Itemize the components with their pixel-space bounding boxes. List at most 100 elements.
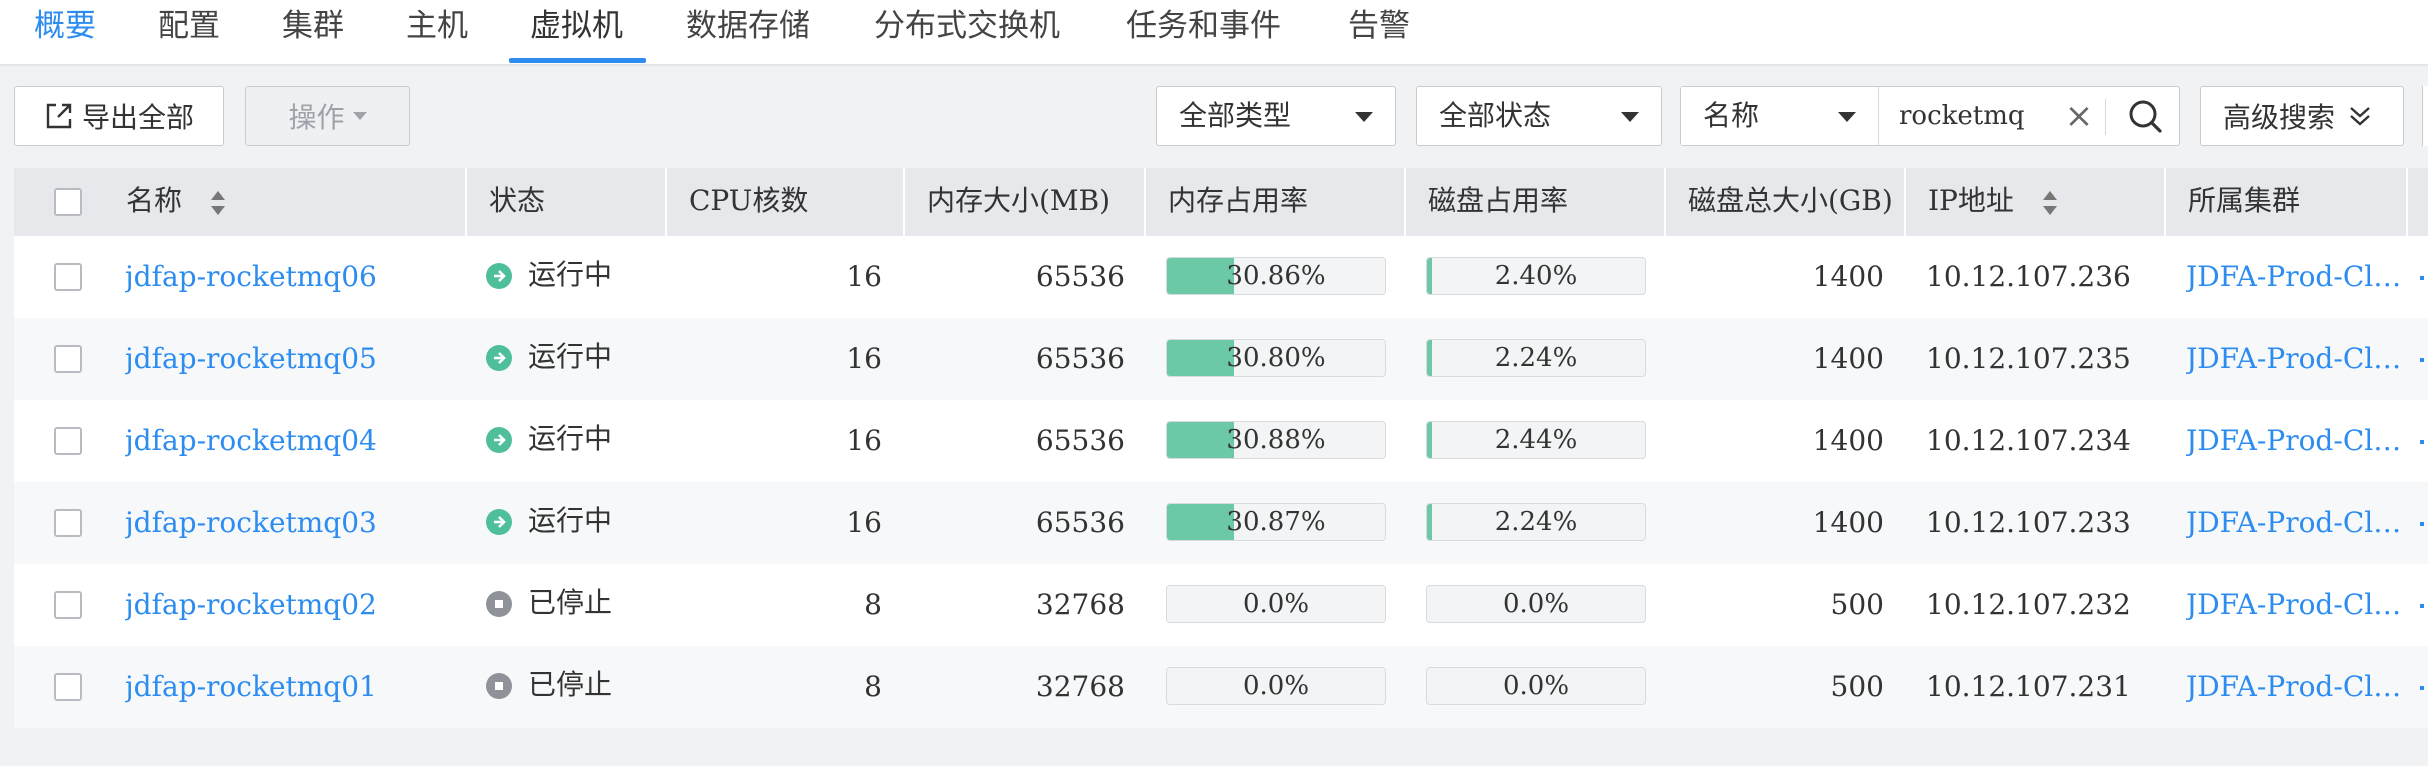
cluster-link[interactable]: JDFA-Prod-Cl…	[2186, 564, 2401, 646]
toolbar-overflow-edge	[2422, 86, 2428, 146]
vm-name-link[interactable]: jdfap-rocketmq01	[125, 646, 455, 728]
active-tab-indicator	[509, 58, 646, 63]
search-divider	[2105, 99, 2106, 135]
row-checkbox[interactable]	[54, 263, 82, 291]
memory-usage-text: 30.87%	[1226, 507, 1326, 537]
vm-name-link[interactable]: jdfap-rocketmq06	[125, 236, 455, 318]
table-row[interactable]: jdfap-rocketmq02 已停止 8 32768 0.0% 0.0% 500 10.1…	[14, 564, 2428, 646]
tab-tasks-events[interactable]: 任务和事件	[1126, 0, 1281, 64]
memory-size: 65536	[1035, 506, 1125, 539]
cluster-link[interactable]: JDFA-Prod-Cl…	[2186, 482, 2401, 564]
table-row[interactable]: jdfap-rocketmq06 运行中 16 65536 30.86% 2.40% 140…	[14, 236, 2428, 318]
search-icon	[2129, 100, 2162, 133]
header-cpu: CPU核数	[689, 184, 809, 217]
status-text: 运行中	[528, 258, 613, 291]
row-checkbox[interactable]	[54, 509, 82, 537]
header-divider	[2406, 168, 2408, 236]
table-row[interactable]: jdfap-rocketmq04 运行中 16 65536 30.88% 2.44% 140…	[14, 400, 2428, 482]
cpu-count: 16	[846, 342, 882, 375]
memory-usage-text: 30.88%	[1226, 425, 1326, 455]
memory-usage-bar: 0.0%	[1166, 667, 1386, 705]
export-icon	[46, 103, 72, 129]
overflow-column-marker	[2420, 604, 2424, 608]
search-field-select[interactable]: 名称	[1681, 87, 1879, 145]
tab-overview[interactable]: 概要	[34, 0, 96, 64]
chevron-down-icon	[1621, 112, 1639, 122]
row-checkbox[interactable]	[54, 427, 82, 455]
table-row[interactable]: jdfap-rocketmq05 运行中 16 65536 30.80% 2.24% 140…	[14, 318, 2428, 400]
export-all-button[interactable]: 导出全部	[14, 86, 224, 146]
running-status-icon	[486, 345, 512, 371]
cluster-link[interactable]: JDFA-Prod-Cl…	[2186, 318, 2401, 400]
header-disk-usage: 磁盘占用率	[1428, 184, 1569, 217]
disk-usage-bar: 0.0%	[1426, 667, 1646, 705]
tab-cluster[interactable]: 集群	[282, 0, 344, 64]
double-chevron-down-icon	[2350, 107, 2370, 126]
advanced-search-button[interactable]: 高级搜索	[2200, 86, 2404, 146]
status-text: 运行中	[528, 504, 613, 537]
advanced-search-label: 高级搜索	[2223, 101, 2336, 134]
memory-usage-text: 0.0%	[1242, 671, 1310, 701]
operation-label: 操作	[288, 101, 345, 134]
ip-address: 10.12.107.236	[1926, 260, 2131, 293]
operation-button[interactable]: 操作	[245, 86, 410, 146]
tab-config[interactable]: 配置	[158, 0, 220, 64]
memory-size: 65536	[1035, 260, 1125, 293]
vm-name-link[interactable]: jdfap-rocketmq05	[125, 318, 455, 400]
overflow-column-marker	[2420, 276, 2424, 280]
type-filter-select[interactable]: 全部类型	[1156, 86, 1396, 146]
sort-icon[interactable]	[2042, 190, 2058, 216]
tab-datastore[interactable]: 数据存储	[686, 0, 810, 64]
tab-vm[interactable]: 虚拟机	[530, 0, 623, 64]
search-field-value: 名称	[1703, 99, 1760, 132]
memory-usage-bar: 30.88%	[1166, 421, 1386, 459]
search-input[interactable]	[1899, 97, 2059, 135]
ip-address: 10.12.107.233	[1926, 506, 2131, 539]
vm-name-link[interactable]: jdfap-rocketmq03	[125, 482, 455, 564]
chevron-down-icon	[1838, 112, 1856, 122]
vm-name-link[interactable]: jdfap-rocketmq02	[125, 564, 455, 646]
tab-alarms[interactable]: 告警	[1348, 0, 1410, 64]
memory-usage-text: 30.80%	[1226, 343, 1326, 373]
sort-icon[interactable]	[210, 190, 226, 216]
cluster-link[interactable]: JDFA-Prod-Cl…	[2186, 646, 2401, 728]
header-name-label: 名称	[126, 184, 183, 217]
memory-size: 65536	[1035, 424, 1125, 457]
disk-total-size: 500	[1830, 670, 1884, 703]
status-text: 已停止	[528, 668, 613, 701]
table-row[interactable]: jdfap-rocketmq03 运行中 16 65536 30.87% 2.24% 140…	[14, 482, 2428, 564]
disk-usage-text: 0.0%	[1502, 589, 1570, 619]
vm-name-link[interactable]: jdfap-rocketmq04	[125, 400, 455, 482]
ip-address: 10.12.107.231	[1926, 670, 2131, 703]
table-row[interactable]: jdfap-rocketmq01 已停止 8 32768 0.0% 0.0% 500 10.1…	[14, 646, 2428, 728]
row-checkbox[interactable]	[54, 591, 82, 619]
header-name[interactable]: 名称	[104, 168, 479, 236]
header-status: 状态	[489, 184, 546, 217]
clear-icon[interactable]: ×	[2059, 95, 2099, 137]
row-checkbox[interactable]	[54, 345, 82, 373]
export-all-label: 导出全部	[81, 101, 194, 134]
disk-total-size: 1400	[1812, 260, 1884, 293]
disk-usage-text: 2.24%	[1494, 507, 1578, 537]
overflow-column-marker	[2420, 686, 2424, 690]
cpu-count: 16	[846, 506, 882, 539]
select-all-checkbox[interactable]	[54, 188, 82, 216]
tab-distributed-switch[interactable]: 分布式交换机	[874, 0, 1060, 64]
tab-host[interactable]: 主机	[406, 0, 468, 64]
top-tab-bar: 概要 配置 集群 主机 虚拟机 数据存储 分布式交换机 任务和事件 告警	[0, 0, 2428, 66]
row-checkbox[interactable]	[54, 673, 82, 701]
disk-total-size: 1400	[1812, 506, 1884, 539]
header-ip[interactable]: IP地址	[1906, 168, 2162, 236]
cluster-link[interactable]: JDFA-Prod-Cl…	[2186, 400, 2401, 482]
status-filter-select[interactable]: 全部状态	[1416, 86, 1662, 146]
caret-down-icon	[352, 112, 367, 120]
status-text: 运行中	[528, 340, 613, 373]
disk-usage-bar: 2.24%	[1426, 503, 1646, 541]
disk-usage-text: 0.0%	[1502, 671, 1570, 701]
running-status-icon	[486, 427, 512, 453]
search-button[interactable]	[2113, 87, 2179, 145]
cpu-count: 16	[846, 260, 882, 293]
cpu-count: 8	[864, 670, 882, 703]
cluster-link[interactable]: JDFA-Prod-Cl…	[2186, 236, 2401, 318]
memory-usage-text: 0.0%	[1242, 589, 1310, 619]
